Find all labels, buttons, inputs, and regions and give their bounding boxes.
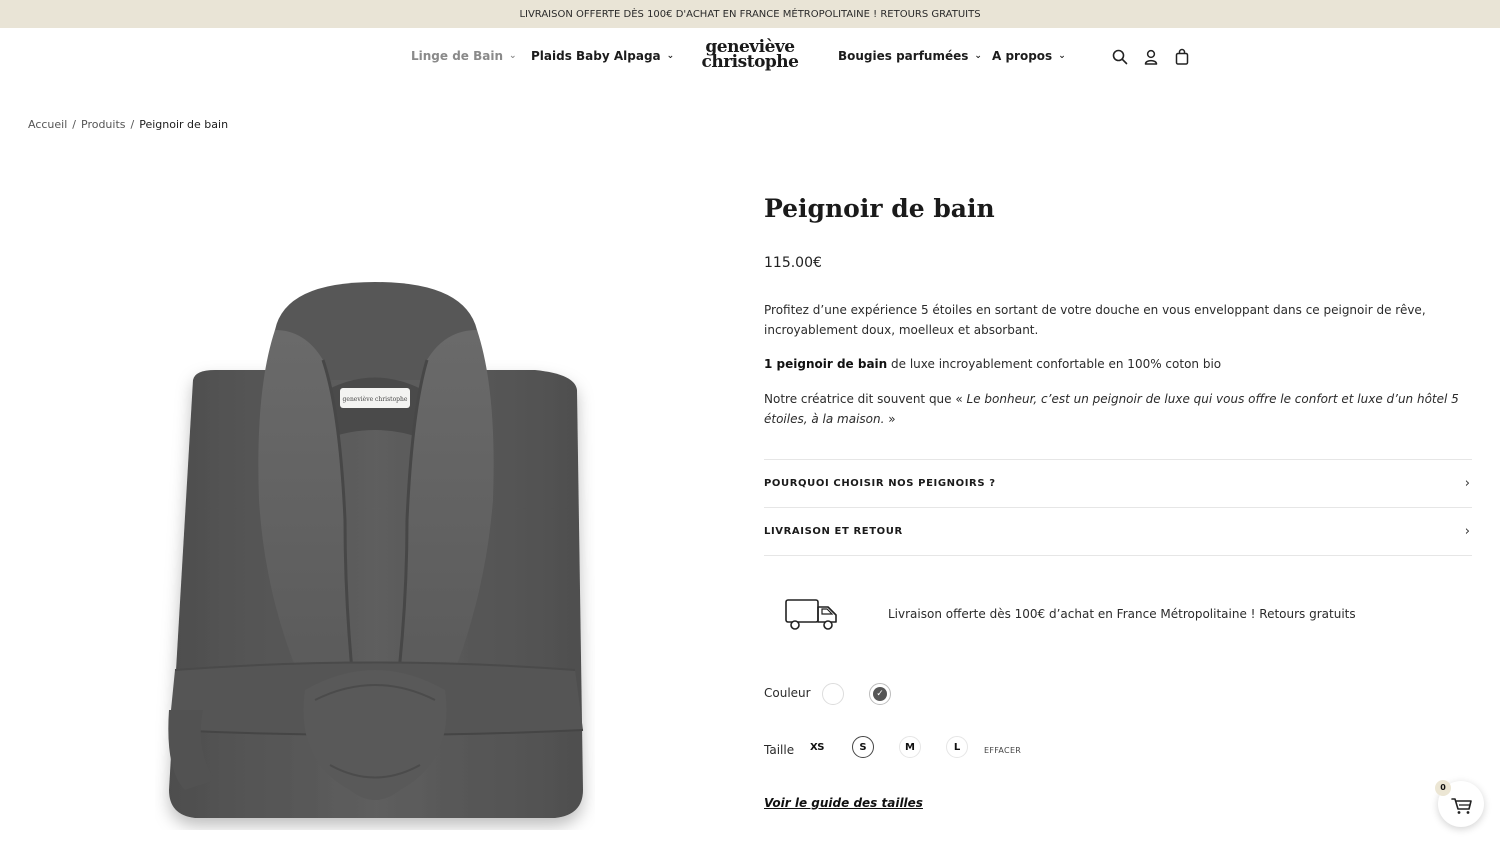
product-composition: 1 peignoir de bain de luxe incroyablemen…	[764, 354, 1464, 374]
breadcrumb-current: Peignoir de bain	[139, 118, 229, 131]
label-tag-text: geneviève christophe	[343, 396, 408, 403]
product-price: 115.00€	[764, 255, 822, 271]
accordion-pourquoi[interactable]: POURQUOI CHOISIR NOS PEIGNOIRS ? ›	[764, 459, 1472, 507]
color-swatch-white[interactable]	[822, 683, 844, 705]
nav-item-plaids-baby-alpaga[interactable]: Plaids Baby Alpaga ⌄	[531, 49, 674, 63]
quote-intro: Notre créatrice dit souvent que «	[764, 392, 967, 406]
clear-selection-link[interactable]: EFFACER	[984, 746, 1021, 755]
floating-cart-button[interactable]: 0	[1435, 780, 1484, 827]
size-option-label: S	[859, 741, 867, 753]
bag-icon[interactable]	[1173, 48, 1191, 66]
breadcrumb-separator: /	[72, 118, 76, 131]
size-option-xs[interactable]: XS	[806, 736, 828, 758]
nav-item-label: Plaids Baby Alpaga	[531, 49, 661, 63]
bathrobe-image: geneviève christophe	[168, 282, 584, 818]
chevron-down-icon: ⌄	[974, 51, 982, 61]
nav-item-label: A propos	[992, 49, 1053, 63]
main-nav: Linge de Bain ⌄ Plaids Baby Alpaga ⌄ gen…	[0, 28, 1500, 86]
chevron-right-icon: ›	[1464, 476, 1470, 491]
size-option-label: XS	[810, 741, 824, 753]
nav-item-linge-de-bain[interactable]: Linge de Bain ⌄	[411, 49, 517, 63]
accordion-label: LIVRAISON ET RETOUR	[764, 526, 903, 537]
account-icon[interactable]	[1142, 48, 1160, 66]
size-option-label: L	[953, 741, 961, 753]
shipping-text: Livraison offerte dès 100€ d’achat en Fr…	[888, 607, 1356, 621]
creator-quote: Notre créatrice dit souvent que « Le bon…	[764, 389, 1464, 429]
divider	[764, 555, 1472, 556]
product-image[interactable]: geneviève christophe	[155, 270, 595, 830]
breadcrumb-separator: /	[130, 118, 135, 131]
logo-line-2: christophe	[701, 52, 799, 72]
composition-bold: 1 peignoir de bain	[764, 357, 888, 371]
chevron-down-icon: ⌄	[509, 51, 517, 61]
announcement-bar: LIVRAISON OFFERTE DÈS 100€ D'ACHAT EN FR…	[0, 0, 1500, 28]
brand-logo[interactable]: geneviève christophe	[700, 39, 800, 72]
size-option-l[interactable]: L	[946, 736, 968, 758]
accordion-label: POURQUOI CHOISIR NOS PEIGNOIRS ?	[764, 478, 996, 489]
color-label: Couleur	[764, 686, 811, 700]
size-guide-link[interactable]: Voir le guide des tailles	[764, 796, 923, 810]
nav-item-bougies-parfumees[interactable]: Bougies parfumées ⌄	[838, 49, 982, 63]
nav-item-label: Linge de Bain	[411, 49, 504, 63]
chevron-right-icon: ›	[1464, 524, 1470, 539]
checkmark-icon: ✓	[873, 687, 887, 701]
truck-icon	[785, 599, 837, 630]
breadcrumb-products[interactable]: Produits	[81, 118, 126, 131]
product-title: Peignoir de bain	[764, 194, 995, 223]
size-option-s[interactable]: S	[852, 736, 874, 758]
size-option-m[interactable]: M	[899, 736, 921, 758]
chevron-down-icon: ⌄	[1058, 51, 1066, 61]
quote-end: »	[884, 412, 896, 426]
size-label: Taille	[764, 743, 795, 757]
accordion-livraison[interactable]: LIVRAISON ET RETOUR ›	[764, 507, 1472, 555]
product-description: Profitez d’une expérience 5 étoiles en s…	[764, 303, 1426, 337]
size-option-label: M	[905, 741, 915, 753]
breadcrumb-home[interactable]: Accueil	[28, 118, 67, 131]
shipping-info: Livraison offerte dès 100€ d’achat en Fr…	[764, 595, 1472, 635]
nav-item-label: Bougies parfumées	[838, 49, 969, 63]
nav-item-a-propos[interactable]: A propos ⌄	[992, 49, 1066, 63]
search-icon[interactable]	[1111, 48, 1129, 66]
composition-rest: de luxe incroyablement confortable en 10…	[887, 357, 1222, 371]
breadcrumb: Accueil / Produits / Peignoir de bain	[28, 118, 228, 131]
chevron-down-icon: ⌄	[666, 51, 675, 61]
cart-count-badge: 0	[1435, 780, 1451, 796]
color-swatch-grey[interactable]: ✓	[869, 683, 891, 705]
announcement-text: LIVRAISON OFFERTE DÈS 100€ D'ACHAT EN FR…	[519, 8, 981, 20]
